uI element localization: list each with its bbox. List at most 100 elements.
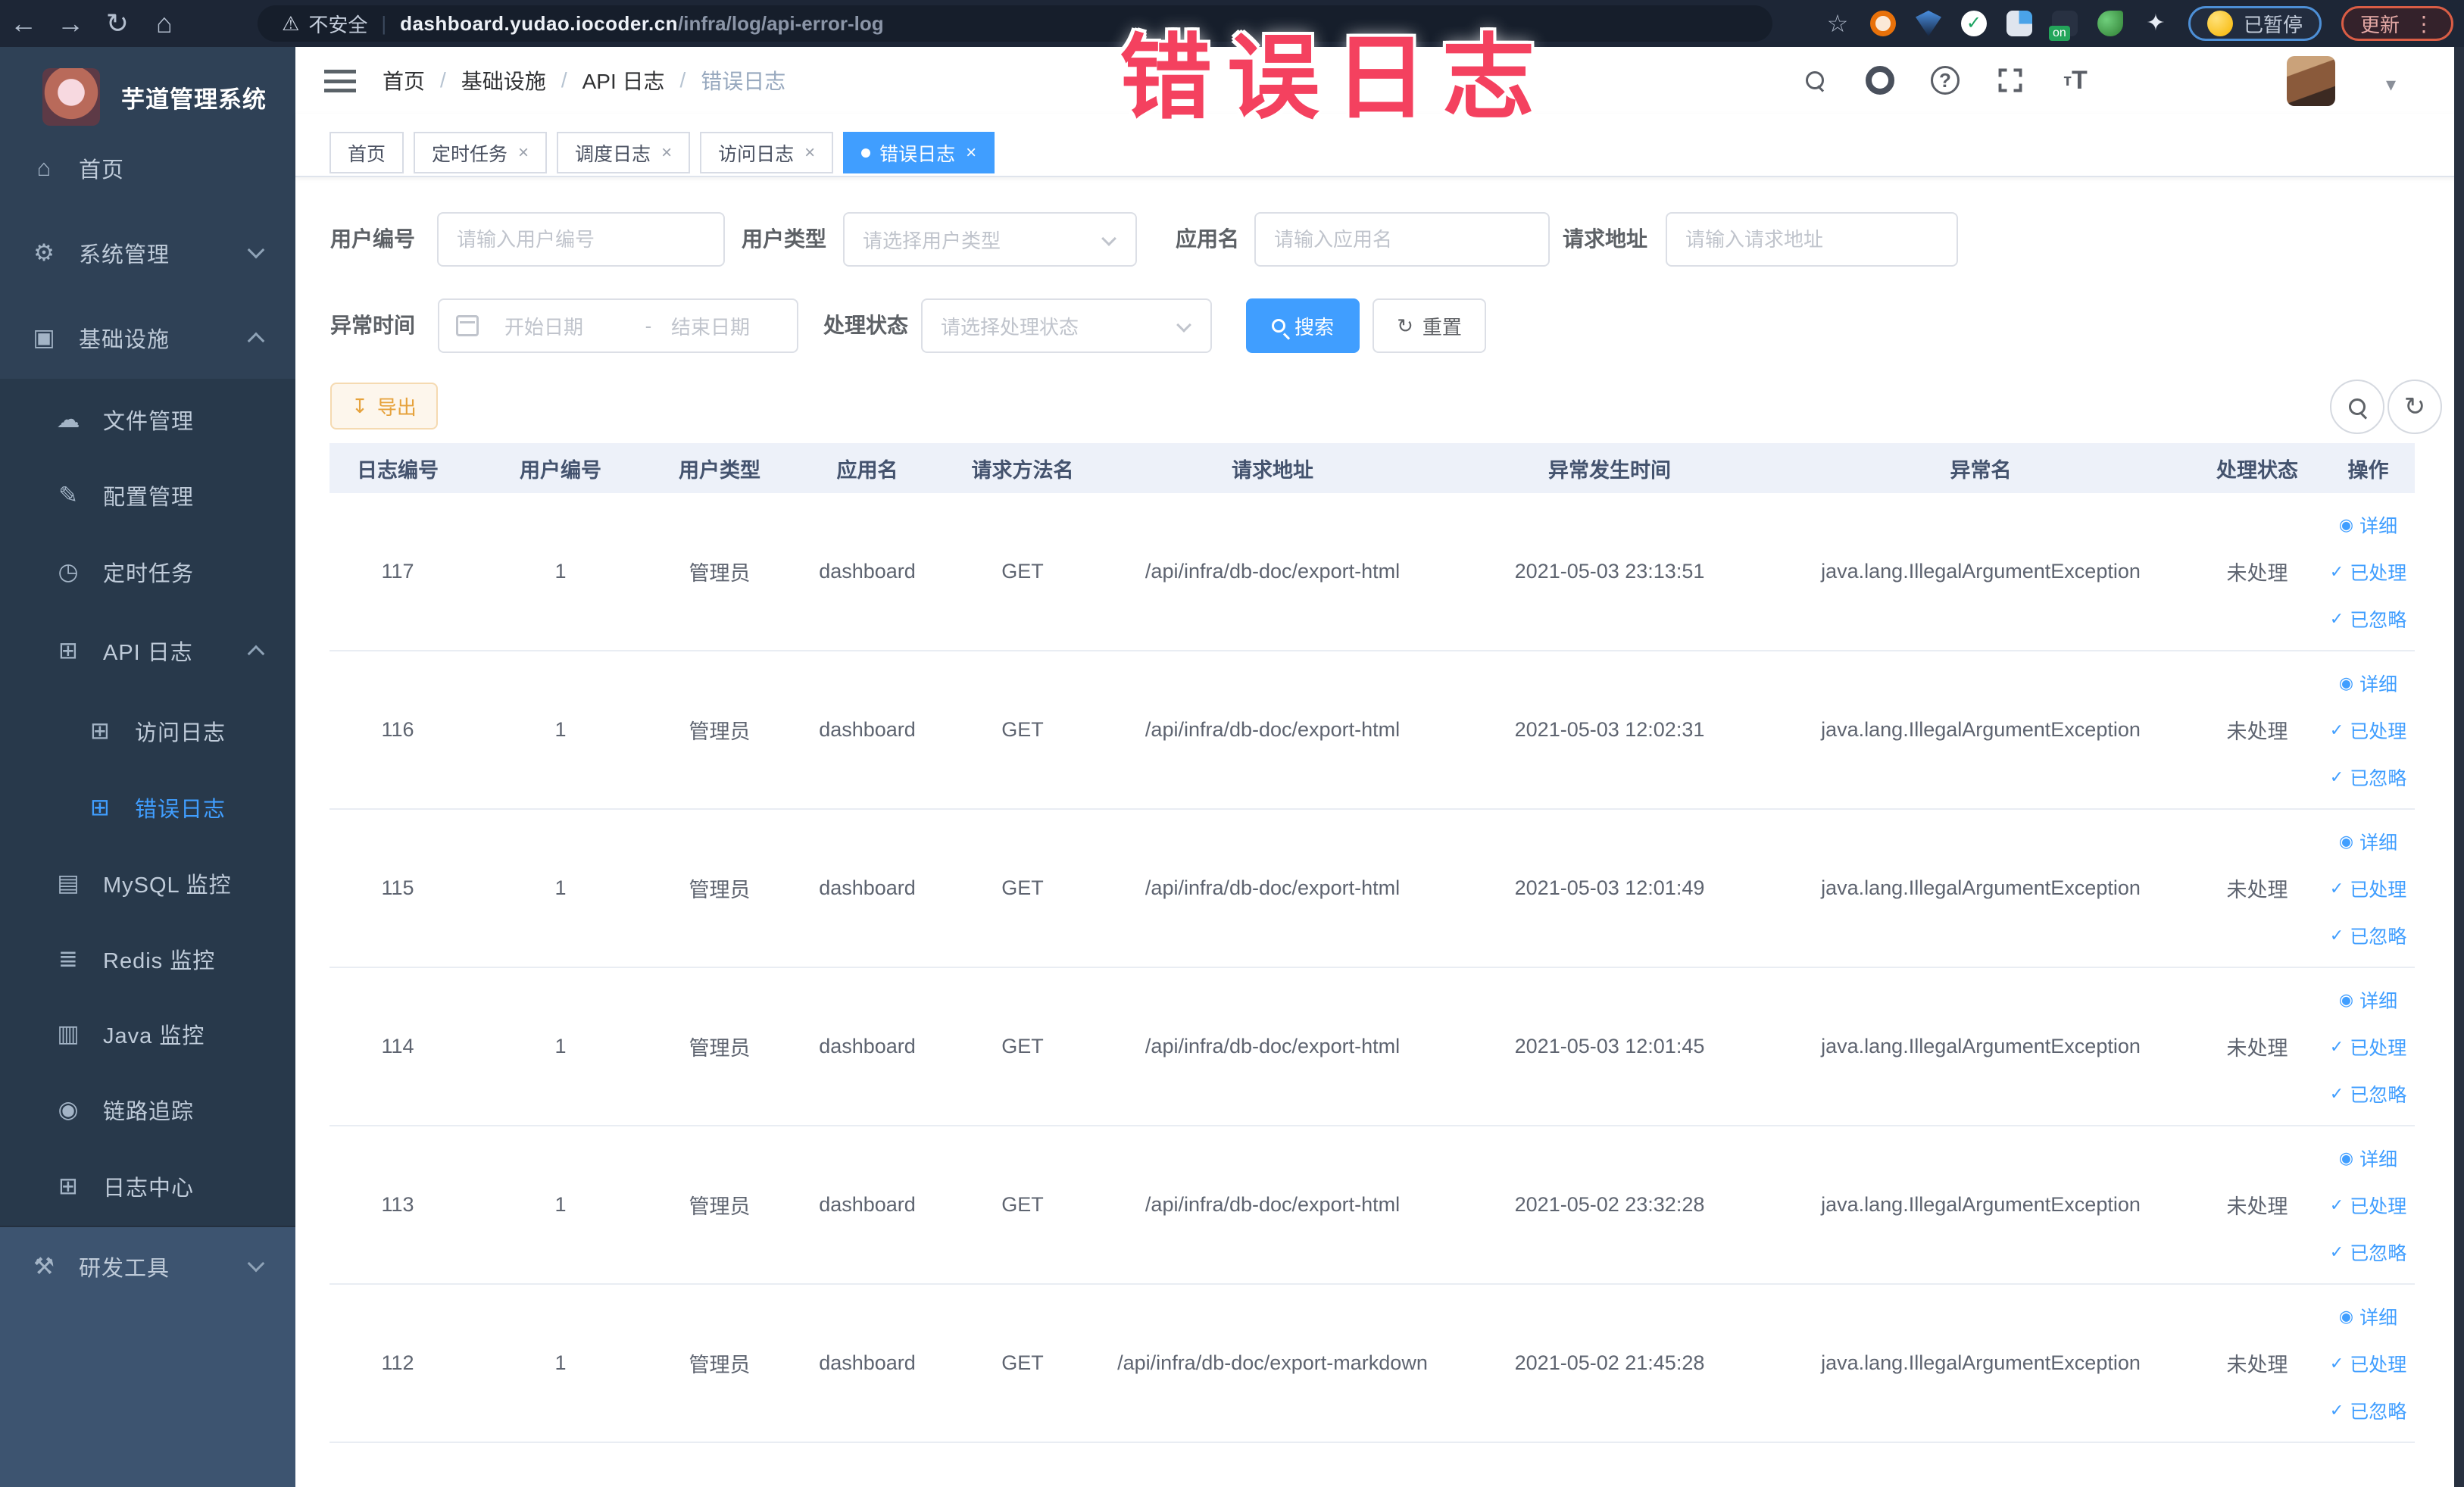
exception-time-range-picker[interactable]: 开始日期 - 结束日期 — [438, 298, 798, 353]
cell-user_type: 管理员 — [689, 1037, 751, 1060]
sidebar-item-研发工具[interactable]: ⚒ 研发工具 — [0, 1229, 295, 1304]
sidebar-item-MySQL 监控[interactable]: ▤ MySQL 监控 — [0, 845, 295, 921]
action-详细[interactable]: ◉ 详细 — [2339, 986, 2397, 1014]
breadcrumb-separator: / — [561, 68, 567, 92]
sidebar-item-API 日志[interactable]: ⊞ API 日志 — [0, 613, 295, 689]
action-已忽略[interactable]: ✓ 已忽略 — [2330, 764, 2406, 791]
extension-icon-switch[interactable]: on — [2048, 11, 2078, 41]
cell-exception: java.lang.IllegalArgumentException — [1821, 1193, 2141, 1216]
request-url-input[interactable] — [1666, 212, 1958, 267]
browser-forward-icon[interactable]: → — [47, 8, 94, 39]
user-menu-caret-icon[interactable]: ▾ — [2386, 73, 2396, 96]
sidebar-item-链路追踪[interactable]: ◉ 链路追踪 — [0, 1072, 295, 1148]
fullscreen-icon[interactable] — [1993, 63, 2028, 98]
bookmark-star-icon[interactable]: ☆ — [1825, 11, 1850, 36]
sidebar-item-Redis 监控[interactable]: ≣ Redis 监控 — [0, 921, 295, 997]
magnifier-icon — [2349, 398, 2366, 415]
search-button[interactable]: 搜索 — [1246, 298, 1360, 353]
action-已处理[interactable]: ✓ 已处理 — [2330, 1192, 2406, 1219]
browser-reload-icon[interactable]: ↻ — [94, 8, 141, 39]
tab-访问日志[interactable]: 访问日志 × — [700, 132, 834, 173]
font-size-icon[interactable]: тT — [2058, 63, 2093, 98]
browser-home-icon[interactable]: ⌂ — [141, 8, 188, 39]
reset-button[interactable]: ↻ 重置 — [1373, 298, 1486, 353]
sidebar-item-首页[interactable]: ⌂ 首页 — [0, 130, 295, 206]
github-icon[interactable] — [1863, 63, 1897, 98]
breadcrumb-item-基础设施[interactable]: 基础设施 — [461, 65, 546, 95]
breadcrumb-separator: / — [679, 68, 686, 92]
tab-首页[interactable]: 首页 — [329, 132, 404, 173]
export-button[interactable]: ↧ 导出 — [330, 383, 438, 430]
app-name-input[interactable] — [1254, 212, 1550, 267]
user-type-select[interactable]: 请选择用户类型 — [843, 212, 1137, 267]
page-scrollbar[interactable] — [2454, 47, 2464, 1487]
cell-actions: ◉ 详细 ✓ 已处理 ✓ 已忽略 — [2322, 651, 2415, 808]
sidebar-item-文件管理[interactable]: ☁ 文件管理 — [0, 382, 295, 458]
action-已忽略[interactable]: ✓ 已忽略 — [2330, 922, 2406, 949]
sidebar-item-Java 监控[interactable]: ▥ Java 监控 — [0, 996, 295, 1072]
action-已处理[interactable]: ✓ 已处理 — [2330, 875, 2406, 902]
action-详细[interactable]: ◉ 详细 — [2339, 1303, 2397, 1330]
user-avatar[interactable] — [2287, 56, 2335, 106]
chevron-down-icon — [1176, 317, 1191, 333]
tab-定时任务[interactable]: 定时任务 × — [414, 132, 548, 173]
action-详细[interactable]: ◉ 详细 — [2339, 1145, 2397, 1172]
action-已处理[interactable]: ✓ 已处理 — [2330, 1033, 2406, 1061]
header-search-icon[interactable] — [1797, 63, 1832, 98]
sidebar-item-日志中心[interactable]: ⊞ 日志中心 — [0, 1148, 295, 1224]
action-已忽略[interactable]: ✓ 已忽略 — [2330, 605, 2406, 633]
extension-icon-leaf[interactable] — [2097, 11, 2123, 36]
action-已处理[interactable]: ✓ 已处理 — [2330, 1350, 2406, 1377]
sidebar-logo-row[interactable]: 芋道管理系统 — [0, 61, 295, 133]
user-id-input[interactable] — [437, 212, 725, 267]
cell-method: GET — [1001, 718, 1044, 741]
action-详细[interactable]: ◉ 详细 — [2339, 670, 2397, 697]
profile-paused-pill[interactable]: 已暂停 — [2188, 6, 2322, 41]
close-tab-icon[interactable]: × — [518, 142, 529, 164]
table-row: 115 1 管理员 dashboard GET/api/infra/db-doc/exp… — [329, 810, 2415, 968]
cell-user_id: 1 — [554, 1193, 567, 1216]
sidebar-item-配置管理[interactable]: ✎ 配置管理 — [0, 458, 295, 533]
refresh-table-button[interactable]: ↻ — [2387, 380, 2442, 434]
tab-错误日志[interactable]: 错误日志 × — [843, 132, 995, 173]
sidebar-item-定时任务[interactable]: ◷ 定时任务 — [0, 534, 295, 610]
extension-icon-shield[interactable] — [1915, 11, 1941, 36]
cell-actions: ◉ 详细 ✓ 已处理 ✓ 已忽略 — [2322, 810, 2415, 967]
sidebar-fold-icon[interactable] — [324, 70, 356, 92]
browser-menu-kebab-icon[interactable]: ⋮ — [2413, 11, 2434, 36]
breadcrumb-item-首页[interactable]: 首页 — [383, 65, 425, 95]
url-path: /infra/log/api-error-log — [678, 11, 884, 35]
sidebar-item-系统管理[interactable]: ⚙ 系统管理 — [0, 215, 295, 291]
sidebar-item-基础设施[interactable]: ▣ 基础设施 — [0, 300, 295, 376]
extension-icon-grid[interactable] — [2006, 11, 2032, 36]
help-icon[interactable]: ? — [1928, 63, 1963, 98]
action-已忽略[interactable]: ✓ 已忽略 — [2330, 1239, 2406, 1266]
sidebar-item-错误日志[interactable]: ⊞ 错误日志 — [0, 770, 295, 845]
action-已忽略[interactable]: ✓ 已忽略 — [2330, 1397, 2406, 1424]
action-已处理[interactable]: ✓ 已处理 — [2330, 717, 2406, 744]
sidebar: 芋道管理系统 ⌂ 首页 ⚙ 系统管理 ▣ 基础设施 ☁ 文件管理 ✎ 配置管理 ◷ 定时任务 ⊞ API … — [0, 47, 295, 1487]
close-tab-icon[interactable]: × — [661, 142, 672, 164]
table-header-row: 日志编号 用户编号 用户类型 应用名 请求方法名 请求地址 异常发生时间 异常名 处理状态 操作 — [329, 443, 2415, 493]
action-已忽略[interactable]: ✓ 已忽略 — [2330, 1080, 2406, 1107]
action-详细[interactable]: ◉ 详细 — [2339, 511, 2397, 539]
breadcrumb-item-API 日志[interactable]: API 日志 — [582, 65, 665, 95]
cell-time: 2021-05-02 21:45:28 — [1514, 1351, 1705, 1374]
action-已处理[interactable]: ✓ 已处理 — [2330, 558, 2406, 586]
cell-url: /api/infra/db-doc/export-html — [1145, 718, 1401, 741]
cell-url: /api/infra/db-doc/export-html — [1145, 560, 1401, 583]
browser-back-icon[interactable]: ← — [0, 8, 47, 39]
sidebar-item-访问日志[interactable]: ⊞ 访问日志 — [0, 693, 295, 769]
extension-icon-orange[interactable] — [1869, 11, 1896, 36]
download-icon: ↧ — [351, 394, 368, 417]
tab-调度日志[interactable]: 调度日志 × — [557, 132, 691, 173]
process-status-select[interactable]: 请选择处理状态 — [921, 298, 1212, 353]
close-tab-icon[interactable]: × — [804, 142, 815, 164]
chrome-update-pill[interactable]: 更新 ⋮ — [2341, 6, 2453, 41]
toggle-search-button[interactable] — [2330, 380, 2384, 434]
extensions-puzzle-icon[interactable]: ✦ — [2143, 11, 2169, 36]
extension-icon-green-check[interactable]: ✓ — [1960, 11, 1987, 36]
close-tab-icon[interactable]: × — [966, 142, 976, 164]
check-icon: ✓ — [2329, 1036, 2344, 1056]
action-详细[interactable]: ◉ 详细 — [2339, 828, 2397, 855]
